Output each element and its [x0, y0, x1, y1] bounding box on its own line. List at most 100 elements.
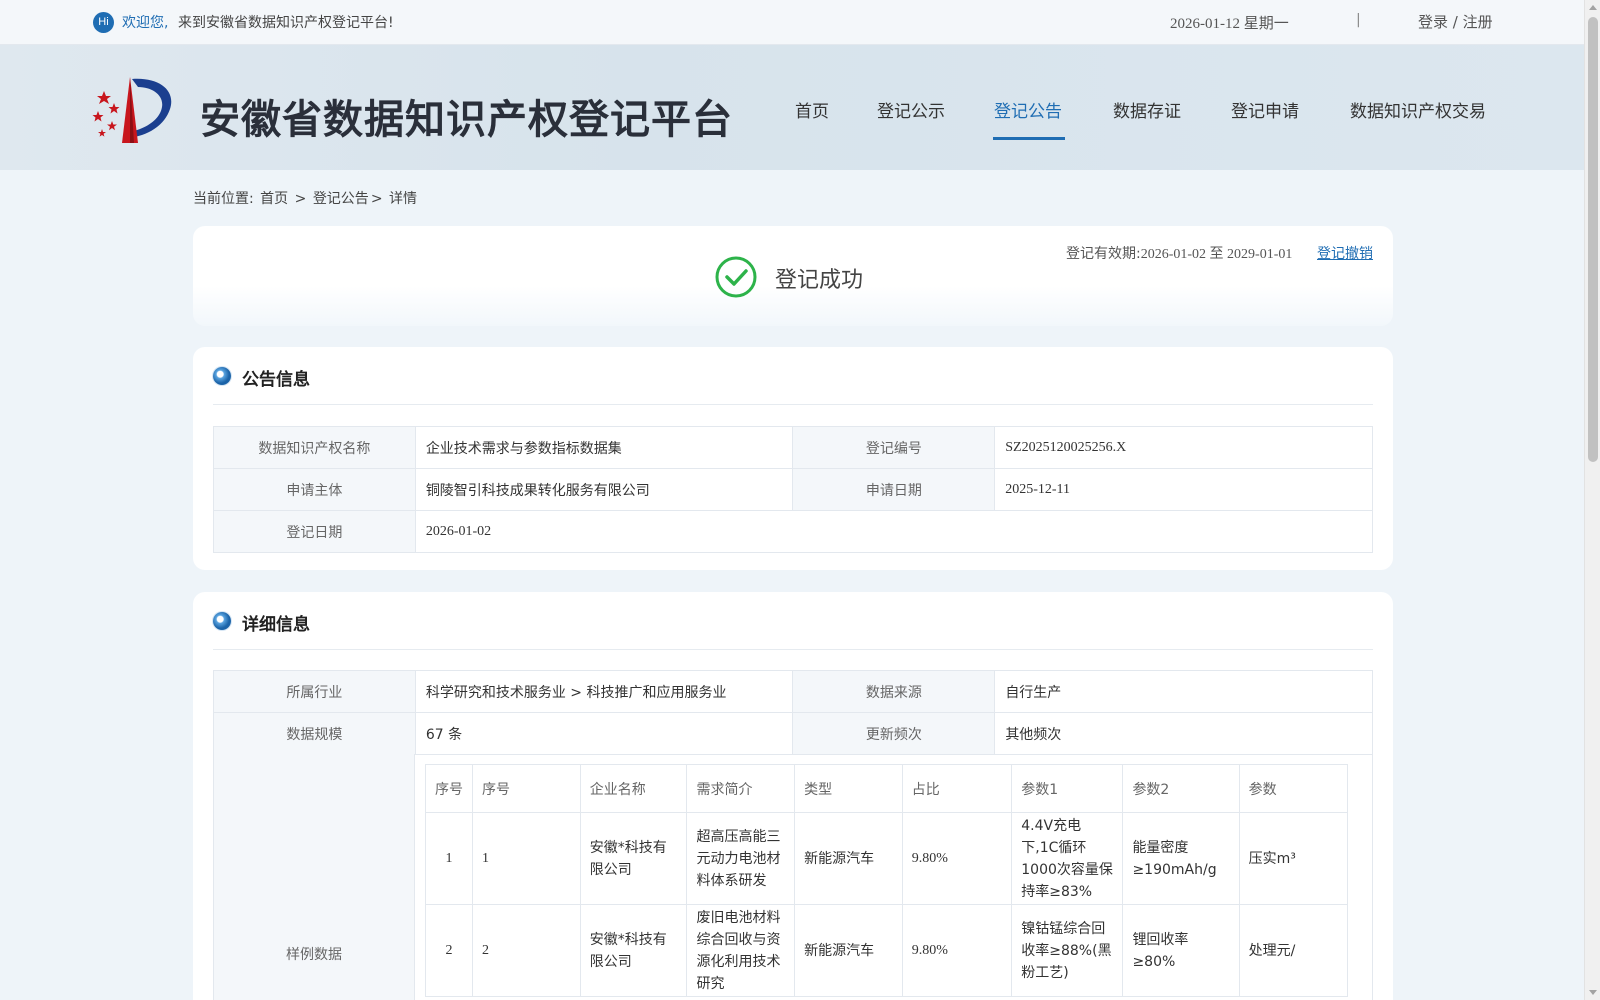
table-cell: 锂回收率≥80%: [1122, 904, 1240, 997]
validity-period: 登记有效期:2026-01-02 至 2029-01-01: [1066, 243, 1292, 263]
table-cell: 新能源汽车: [794, 904, 903, 997]
table-cell: 安徽*科技有限公司: [579, 812, 688, 905]
breadcrumb-home[interactable]: 首页: [260, 191, 288, 207]
nav-item-data-evidence[interactable]: 数据存证: [1113, 97, 1181, 122]
column-header: 占比: [901, 764, 1013, 813]
table-row: 登记日期 2026-01-02: [213, 510, 1374, 553]
industry-value: 科学研究和技术服务业 > 科技推广和应用服务业: [414, 670, 794, 713]
topbar-separator: |: [1356, 12, 1361, 28]
sample-data-cell: 序号 序号 企业名称 需求简介 类型 占比 参数1 参数2 参数 1 1 安徽*…: [415, 754, 1373, 1000]
scroll-down-arrow-icon[interactable]: [1589, 990, 1597, 995]
table-cell: 4.4V充电下,1C循环1000次容量保持率≥83%: [1011, 812, 1124, 905]
reg-date-value: 2026-01-02: [414, 510, 1374, 553]
section-header: 公告信息: [213, 347, 1373, 405]
table-cell: 处理元/: [1238, 904, 1348, 997]
table-cell: 2: [472, 904, 581, 997]
scrollbar-thumb[interactable]: [1588, 17, 1598, 462]
success-check-icon: [715, 256, 757, 298]
table-cell: 压实m³: [1238, 812, 1348, 905]
table-row: 所属行业 科学研究和技术服务业 > 科技推广和应用服务业 数据来源 自行生产: [213, 670, 1373, 713]
nav-item-home[interactable]: 首页: [795, 97, 829, 122]
revoke-registration-link[interactable]: 登记撤销: [1317, 243, 1373, 263]
section-title: 公告信息: [242, 370, 310, 390]
field-label: 登记日期: [213, 510, 416, 553]
field-label: 数据规模: [213, 712, 416, 755]
table-cell: 9.80%: [901, 812, 1013, 905]
nav-item-registration-publicity[interactable]: 登记公示: [877, 97, 945, 122]
validity-dates: 2026-01-02 至 2029-01-01: [1140, 247, 1293, 262]
field-label: 数据来源: [792, 670, 996, 713]
column-header: 企业名称: [579, 764, 688, 813]
section-header: 详细信息: [213, 592, 1373, 650]
table-row: 数据规模 67 条 更新频次 其他频次: [213, 712, 1373, 755]
announcement-info-table: 数据知识产权名称 企业技术需求与参数指标数据集 登记编号 SZ202512002…: [213, 426, 1374, 553]
announcement-info-card: 公告信息 数据知识产权名称 企业技术需求与参数指标数据集 登记编号 SZ2025…: [193, 347, 1393, 570]
table-cell: 镍钴锰综合回收率≥88%(黑粉工艺): [1011, 904, 1124, 997]
nav-item-registration-announcement[interactable]: 登记公告: [994, 97, 1062, 122]
table-row: 1 1 安徽*科技有限公司 超高压高能三元动力电池材料体系研发 新能源汽车 9.…: [425, 812, 1348, 905]
field-label: 申请主体: [213, 468, 416, 511]
breadcrumb-separator: >: [370, 191, 383, 207]
section-bullet-icon: [213, 612, 231, 630]
apply-date-value: 2025-12-11: [994, 468, 1373, 511]
table-cell: 废旧电池材料综合回收与资源化利用技术研究: [686, 904, 796, 997]
site-title: 安徽省数据知识产权登记平台: [200, 97, 733, 143]
page-scrollbar[interactable]: [1584, 0, 1600, 1000]
sample-data-table: 序号 序号 企业名称 需求简介 类型 占比 参数1 参数2 参数 1 1 安徽*…: [425, 764, 1348, 997]
hi-badge-icon: Hi: [93, 12, 114, 33]
section-title: 详细信息: [242, 615, 310, 635]
status-text: 登记成功: [775, 268, 864, 293]
table-row: 2 2 安徽*科技有限公司 废旧电池材料综合回收与资源化利用技术研究 新能源汽车…: [425, 904, 1348, 997]
table-cell: 9.80%: [901, 904, 1013, 997]
field-label: 登记编号: [792, 426, 996, 469]
top-bar: Hi 欢迎您, 来到安徽省数据知识产权登记平台! 2026-01-12 星期一 …: [0, 0, 1584, 45]
column-header: 序号: [425, 764, 474, 813]
welcome-greeting: 欢迎您,: [122, 15, 169, 31]
field-label: 所属行业: [213, 670, 416, 713]
table-cell: 超高压高能三元动力电池材料体系研发: [686, 812, 796, 905]
section-bullet-icon: [213, 367, 231, 385]
welcome-text: 来到安徽省数据知识产权登记平台!: [178, 15, 394, 31]
column-header: 序号: [472, 764, 581, 813]
nav-item-registration-apply[interactable]: 登记申请: [1231, 97, 1299, 122]
table-cell: 能量密度≥190mAh/g: [1122, 812, 1240, 905]
site-header: 安徽省数据知识产权登记平台 首页 登记公示 登记公告 数据存证 登记申请 数据知…: [0, 45, 1584, 170]
field-label: 申请日期: [792, 468, 996, 511]
table-cell: 新能源汽车: [794, 812, 903, 905]
sample-data-label-cell: 样例数据: [213, 754, 415, 1000]
table-cell: 2: [425, 904, 474, 997]
current-date: 2026-01-12 星期一: [1170, 16, 1289, 32]
ip-name-value: 企业技术需求与参数指标数据集: [414, 426, 794, 469]
table-row: 申请主体 铜陵智引科技成果转化服务有限公司 申请日期 2025-12-11: [213, 468, 1373, 511]
breadcrumb-current: 详情: [389, 191, 417, 207]
field-label: 样例数据: [286, 947, 342, 963]
validity-label: 登记有效期:: [1066, 246, 1141, 262]
field-label: 数据知识产权名称: [213, 426, 416, 469]
breadcrumb: 当前位置: 首页 > 登记公告 > 详情: [193, 188, 419, 208]
active-nav-indicator: [993, 137, 1065, 140]
breadcrumb-separator: >: [294, 191, 307, 207]
reg-no-value: SZ2025120025256.X: [994, 426, 1373, 469]
nav-item-ip-trading[interactable]: 数据知识产权交易: [1350, 97, 1486, 122]
breadcrumb-section[interactable]: 登记公告: [313, 191, 369, 207]
table-cell: 1: [472, 812, 581, 905]
column-header: 类型: [794, 764, 903, 813]
table-row: 数据知识产权名称 企业技术需求与参数指标数据集 登记编号 SZ202512002…: [213, 426, 1373, 469]
detail-info-table: 所属行业 科学研究和技术服务业 > 科技推广和应用服务业 数据来源 自行生产 数…: [213, 670, 1373, 755]
login-register-link[interactable]: 登录 / 注册: [1418, 11, 1493, 32]
applicant-value: 铜陵智引科技成果转化服务有限公司: [414, 468, 794, 511]
sample-table-scroll[interactable]: 序号 序号 企业名称 需求简介 类型 占比 参数1 参数2 参数 1 1 安徽*…: [425, 764, 1348, 1000]
breadcrumb-prefix: 当前位置:: [193, 191, 254, 207]
platform-logo-icon[interactable]: [90, 73, 176, 145]
detail-info-card: 详细信息 所属行业 科学研究和技术服务业 > 科技推广和应用服务业 数据来源 自…: [193, 592, 1393, 1000]
table-cell: 安徽*科技有限公司: [579, 904, 688, 997]
field-label: 更新频次: [792, 712, 996, 755]
column-header: 参数2: [1122, 764, 1240, 813]
scroll-up-arrow-icon[interactable]: [1589, 5, 1597, 10]
scale-value: 67 条: [414, 712, 794, 755]
column-header: 参数: [1238, 764, 1348, 813]
source-value: 自行生产: [994, 670, 1373, 713]
frequency-value: 其他频次: [994, 712, 1373, 755]
table-header-row: 序号 序号 企业名称 需求简介 类型 占比 参数1 参数2 参数: [425, 764, 1348, 813]
registration-status-card: 登记成功 登记有效期:2026-01-02 至 2029-01-01 登记撤销: [193, 226, 1393, 326]
